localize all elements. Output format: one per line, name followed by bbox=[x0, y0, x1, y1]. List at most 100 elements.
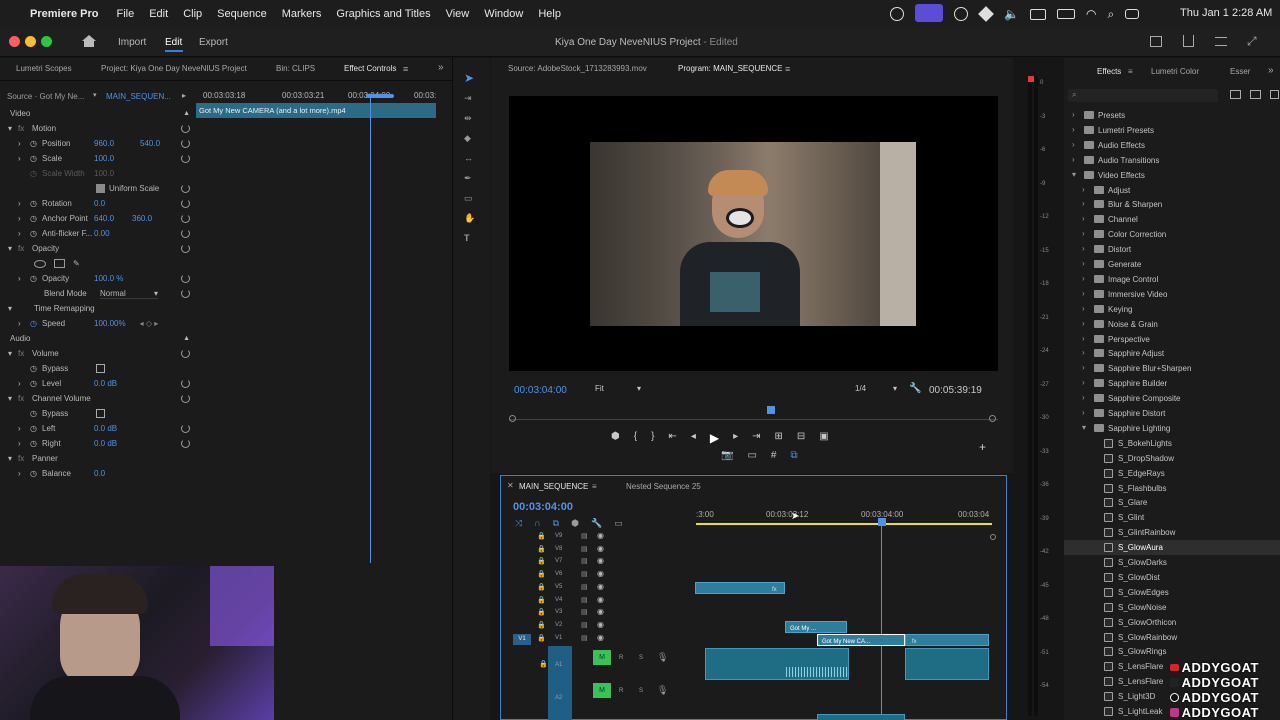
close-window-button[interactable] bbox=[9, 36, 20, 47]
add-marker-icon[interactable]: ⬢ bbox=[571, 518, 579, 529]
tab-project[interactable]: Project: Kiya One Day NeveNIUS Project bbox=[101, 64, 247, 73]
wrench-icon[interactable]: 🔧 bbox=[909, 383, 921, 394]
effects-menu-icon[interactable]: ≡ bbox=[1128, 67, 1133, 76]
clip-v5[interactable]: fx bbox=[695, 582, 785, 594]
effect-item[interactable]: S_DropShadow bbox=[1064, 451, 1280, 466]
video-effect-folder[interactable]: › Blur & Sharpen bbox=[1064, 197, 1280, 212]
safe-margins-icon[interactable]: ▭ bbox=[747, 450, 756, 461]
audio-track-target-column[interactable] bbox=[548, 646, 572, 720]
video-effect-folder[interactable]: ▾ Sapphire Lighting bbox=[1064, 421, 1280, 436]
tab-essential[interactable]: Esser bbox=[1230, 67, 1250, 76]
workspaces-icon[interactable] bbox=[1215, 37, 1227, 46]
menu-markers[interactable]: Markers bbox=[282, 8, 322, 20]
eye-icon[interactable]: ◉ bbox=[597, 544, 604, 553]
clip-v1-b[interactable]: fx bbox=[905, 634, 989, 646]
ec-row-motion[interactable]: ▾ fx Motion bbox=[0, 121, 196, 136]
effect-item[interactable]: S_GlowNoise bbox=[1064, 600, 1280, 615]
lock-icon[interactable]: 🔒 bbox=[537, 532, 546, 540]
go-to-out-icon[interactable]: ⇥ bbox=[752, 431, 760, 445]
clip-v2[interactable]: Got My ... bbox=[785, 621, 847, 633]
chevron-icon[interactable]: ▾ bbox=[1072, 170, 1076, 179]
screen-record-icon[interactable] bbox=[915, 4, 943, 22]
lock-icon[interactable]: 🔒 bbox=[539, 660, 548, 668]
grid-icon[interactable]: # bbox=[771, 450, 777, 461]
quick-export-icon[interactable] bbox=[1150, 36, 1162, 47]
audio-clip-a1-b[interactable] bbox=[905, 648, 989, 680]
bypass-checkbox[interactable] bbox=[96, 364, 105, 373]
level-value[interactable]: 0.0 dB bbox=[94, 379, 117, 388]
zoom-window-button[interactable] bbox=[41, 36, 52, 47]
nav-export[interactable]: Export bbox=[199, 37, 228, 48]
effect-item[interactable]: S_GlowDist bbox=[1064, 570, 1280, 585]
tab-program-monitor[interactable]: Program: MAIN_SEQUENCE bbox=[678, 64, 782, 73]
chevron-icon[interactable]: › bbox=[1082, 408, 1085, 417]
ec-row-opacity-header[interactable]: ▾ fx Opacity bbox=[0, 241, 196, 256]
effect-folder[interactable]: › Presets bbox=[1064, 108, 1280, 123]
chevron-icon[interactable]: › bbox=[1082, 274, 1085, 283]
spotlight-search-icon[interactable]: ⌕ bbox=[1107, 7, 1114, 22]
timeline-ruler[interactable]: :3:00 00:03:03:12 00:03:04:00 00:03:04 bbox=[696, 506, 992, 526]
ec-row-position[interactable]: › ◷ Position 960.0 540.0 bbox=[0, 136, 196, 151]
wifi-icon[interactable]: ◠ bbox=[1086, 7, 1096, 21]
chevron-icon[interactable]: › bbox=[1072, 140, 1075, 149]
fullscreen-icon[interactable]: ⤢ bbox=[1247, 34, 1257, 49]
menu-help[interactable]: Help bbox=[538, 8, 561, 20]
track-label-v7[interactable]: V7 bbox=[555, 558, 562, 564]
captions-icon[interactable]: ▭ bbox=[614, 518, 623, 529]
chevron-icon[interactable]: › bbox=[1082, 334, 1085, 343]
chevron-icon[interactable]: › bbox=[1082, 393, 1085, 402]
mark-out-icon[interactable]: } bbox=[651, 431, 654, 445]
lock-icon[interactable]: 🔒 bbox=[537, 596, 546, 604]
tab-bin-clips[interactable]: Bin: CLIPS bbox=[276, 64, 315, 73]
menu-file[interactable]: File bbox=[116, 8, 134, 20]
video-effect-folder[interactable]: › Sapphire Blur+Sharpen bbox=[1064, 361, 1280, 376]
anchor-x-value[interactable]: 640.0 bbox=[94, 214, 132, 223]
clip-v1-selected[interactable]: Got My New CA... bbox=[817, 634, 905, 646]
program-playhead[interactable] bbox=[767, 406, 775, 414]
voiceover-mic-icon[interactable]: 🎙 bbox=[657, 685, 668, 696]
chevron-icon[interactable]: › bbox=[1072, 125, 1075, 134]
chevron-icon[interactable]: › bbox=[1082, 229, 1085, 238]
track-label-v4[interactable]: V4 bbox=[555, 597, 562, 603]
program-video-frame[interactable] bbox=[509, 96, 998, 371]
creative-cloud-icon[interactable] bbox=[954, 7, 968, 21]
eye-icon[interactable]: ◉ bbox=[597, 531, 604, 540]
mark-in-icon[interactable]: { bbox=[634, 431, 637, 445]
export-frame-icon[interactable]: ▣ bbox=[819, 431, 828, 445]
video-effect-folder[interactable]: › Distort bbox=[1064, 242, 1280, 257]
uniform-scale-checkbox[interactable] bbox=[96, 184, 105, 193]
linked-selection-icon[interactable]: ⧉ bbox=[553, 518, 559, 529]
effect-item[interactable]: S_GlowEdges bbox=[1064, 585, 1280, 600]
voiceover-mic-icon[interactable]: 🎙 bbox=[657, 652, 668, 663]
vr-icon[interactable]: ⧉ bbox=[790, 450, 797, 461]
volume-icon[interactable]: 🔈 bbox=[1004, 7, 1019, 21]
left-value[interactable]: 0.0 dB bbox=[94, 424, 117, 433]
sync-lock-icon[interactable]: ▤ bbox=[581, 621, 588, 629]
ec-row-speed[interactable]: › ◷ Speed 100.00% ◂ ◇ ▸ bbox=[0, 316, 196, 331]
ec-row-uniform-scale[interactable]: Uniform Scale bbox=[0, 181, 196, 196]
audio-clip-a2[interactable] bbox=[817, 714, 905, 720]
chevron-icon[interactable]: › bbox=[1072, 155, 1075, 164]
track-label-v5[interactable]: V5 bbox=[555, 584, 562, 590]
video-effect-folder[interactable]: › Adjust bbox=[1064, 183, 1280, 198]
panel-menu-icon[interactable]: ≡ bbox=[403, 64, 408, 74]
eye-icon[interactable]: ◉ bbox=[597, 582, 604, 591]
vpn-icon[interactable] bbox=[890, 7, 904, 21]
show-timeline-icon[interactable]: ▸ bbox=[182, 91, 186, 100]
ec-row-bypass-2[interactable]: ◷ Bypass bbox=[0, 406, 196, 421]
effect-folder[interactable]: › Lumetri Presets bbox=[1064, 123, 1280, 138]
chevron-icon[interactable]: › bbox=[1082, 378, 1085, 387]
slip-tool-icon[interactable]: ↔ bbox=[464, 152, 473, 164]
eye-icon[interactable]: ◉ bbox=[597, 556, 604, 565]
video-track-row[interactable]: 🔒 V3 ▤ ◉ bbox=[501, 607, 1008, 619]
track-label-v2[interactable]: V2 bbox=[555, 622, 562, 628]
video-track-row[interactable]: 🔒 V8 ▤ ◉ bbox=[501, 544, 1008, 556]
eye-icon[interactable]: ◉ bbox=[597, 607, 604, 616]
video-effect-folder[interactable]: › Color Correction bbox=[1064, 227, 1280, 242]
ec-row-opacity[interactable]: › ◷ Opacity 100.0 % bbox=[0, 271, 196, 286]
menu-app-name[interactable]: Premiere Pro bbox=[30, 8, 98, 20]
right-value[interactable]: 0.0 dB bbox=[94, 439, 117, 448]
snap-icon[interactable]: ∩ bbox=[534, 518, 540, 529]
step-back-icon[interactable]: ◂ bbox=[691, 431, 696, 445]
nav-edit[interactable]: Edit bbox=[165, 37, 182, 48]
